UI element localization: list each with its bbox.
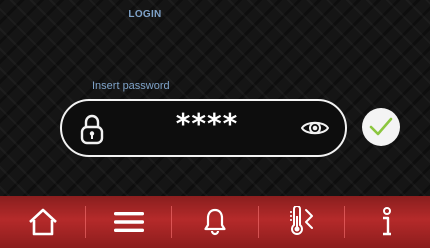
confirm-button[interactable]	[362, 108, 400, 146]
nav-alarms-button[interactable]	[172, 196, 257, 248]
nav-temperature-button[interactable]	[259, 196, 344, 248]
nav-info-button[interactable]	[345, 196, 430, 248]
nav-menu-button[interactable]	[86, 196, 171, 248]
info-icon	[383, 207, 392, 236]
password-label: Insert password	[92, 80, 170, 92]
show-password-eye-icon[interactable]	[300, 119, 330, 137]
login-screen: LOGIN Insert password ****	[0, 0, 430, 248]
lock-icon	[80, 113, 104, 145]
menu-icon	[113, 212, 144, 232]
page-title: LOGIN	[128, 9, 162, 20]
checkmark-icon	[369, 117, 393, 136]
home-icon	[28, 208, 57, 236]
password-value: ****	[175, 107, 239, 140]
password-field[interactable]: ****	[60, 99, 347, 157]
thermometer-icon	[290, 206, 314, 235]
bottom-nav-bar	[0, 196, 430, 248]
bell-icon	[204, 208, 226, 236]
nav-home-button[interactable]	[0, 196, 85, 248]
